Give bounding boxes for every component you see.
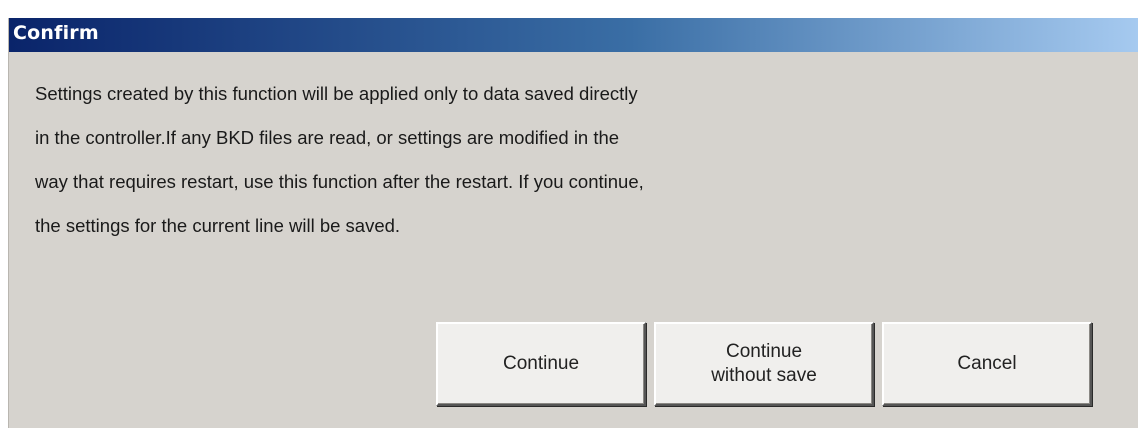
- confirm-dialog: Confirm Settings created by this functio…: [8, 18, 1138, 428]
- continue-button-label: Continue: [502, 353, 580, 374]
- message-line: the settings for the current line will b…: [35, 215, 401, 236]
- dialog-message: Settings created by this function will b…: [35, 72, 935, 248]
- continue-without-save-button[interactable]: Continue without save: [654, 322, 874, 406]
- message-line: Settings created by this function will b…: [35, 83, 638, 104]
- continue-without-save-button-label: Continue without save: [711, 340, 817, 388]
- continue-without-save-label-line1: Continue: [725, 341, 803, 362]
- message-line: in the controller.If any BKD files are r…: [35, 127, 620, 148]
- message-line: way that requires restart, use this func…: [35, 171, 644, 192]
- cancel-button-label: Cancel: [957, 353, 1017, 374]
- dialog-title: Confirm: [13, 22, 99, 44]
- continue-without-save-label-line2: without save: [711, 365, 817, 386]
- cancel-button[interactable]: Cancel: [882, 322, 1092, 406]
- continue-button[interactable]: Continue: [436, 322, 646, 406]
- dialog-titlebar[interactable]: Confirm: [9, 18, 1138, 52]
